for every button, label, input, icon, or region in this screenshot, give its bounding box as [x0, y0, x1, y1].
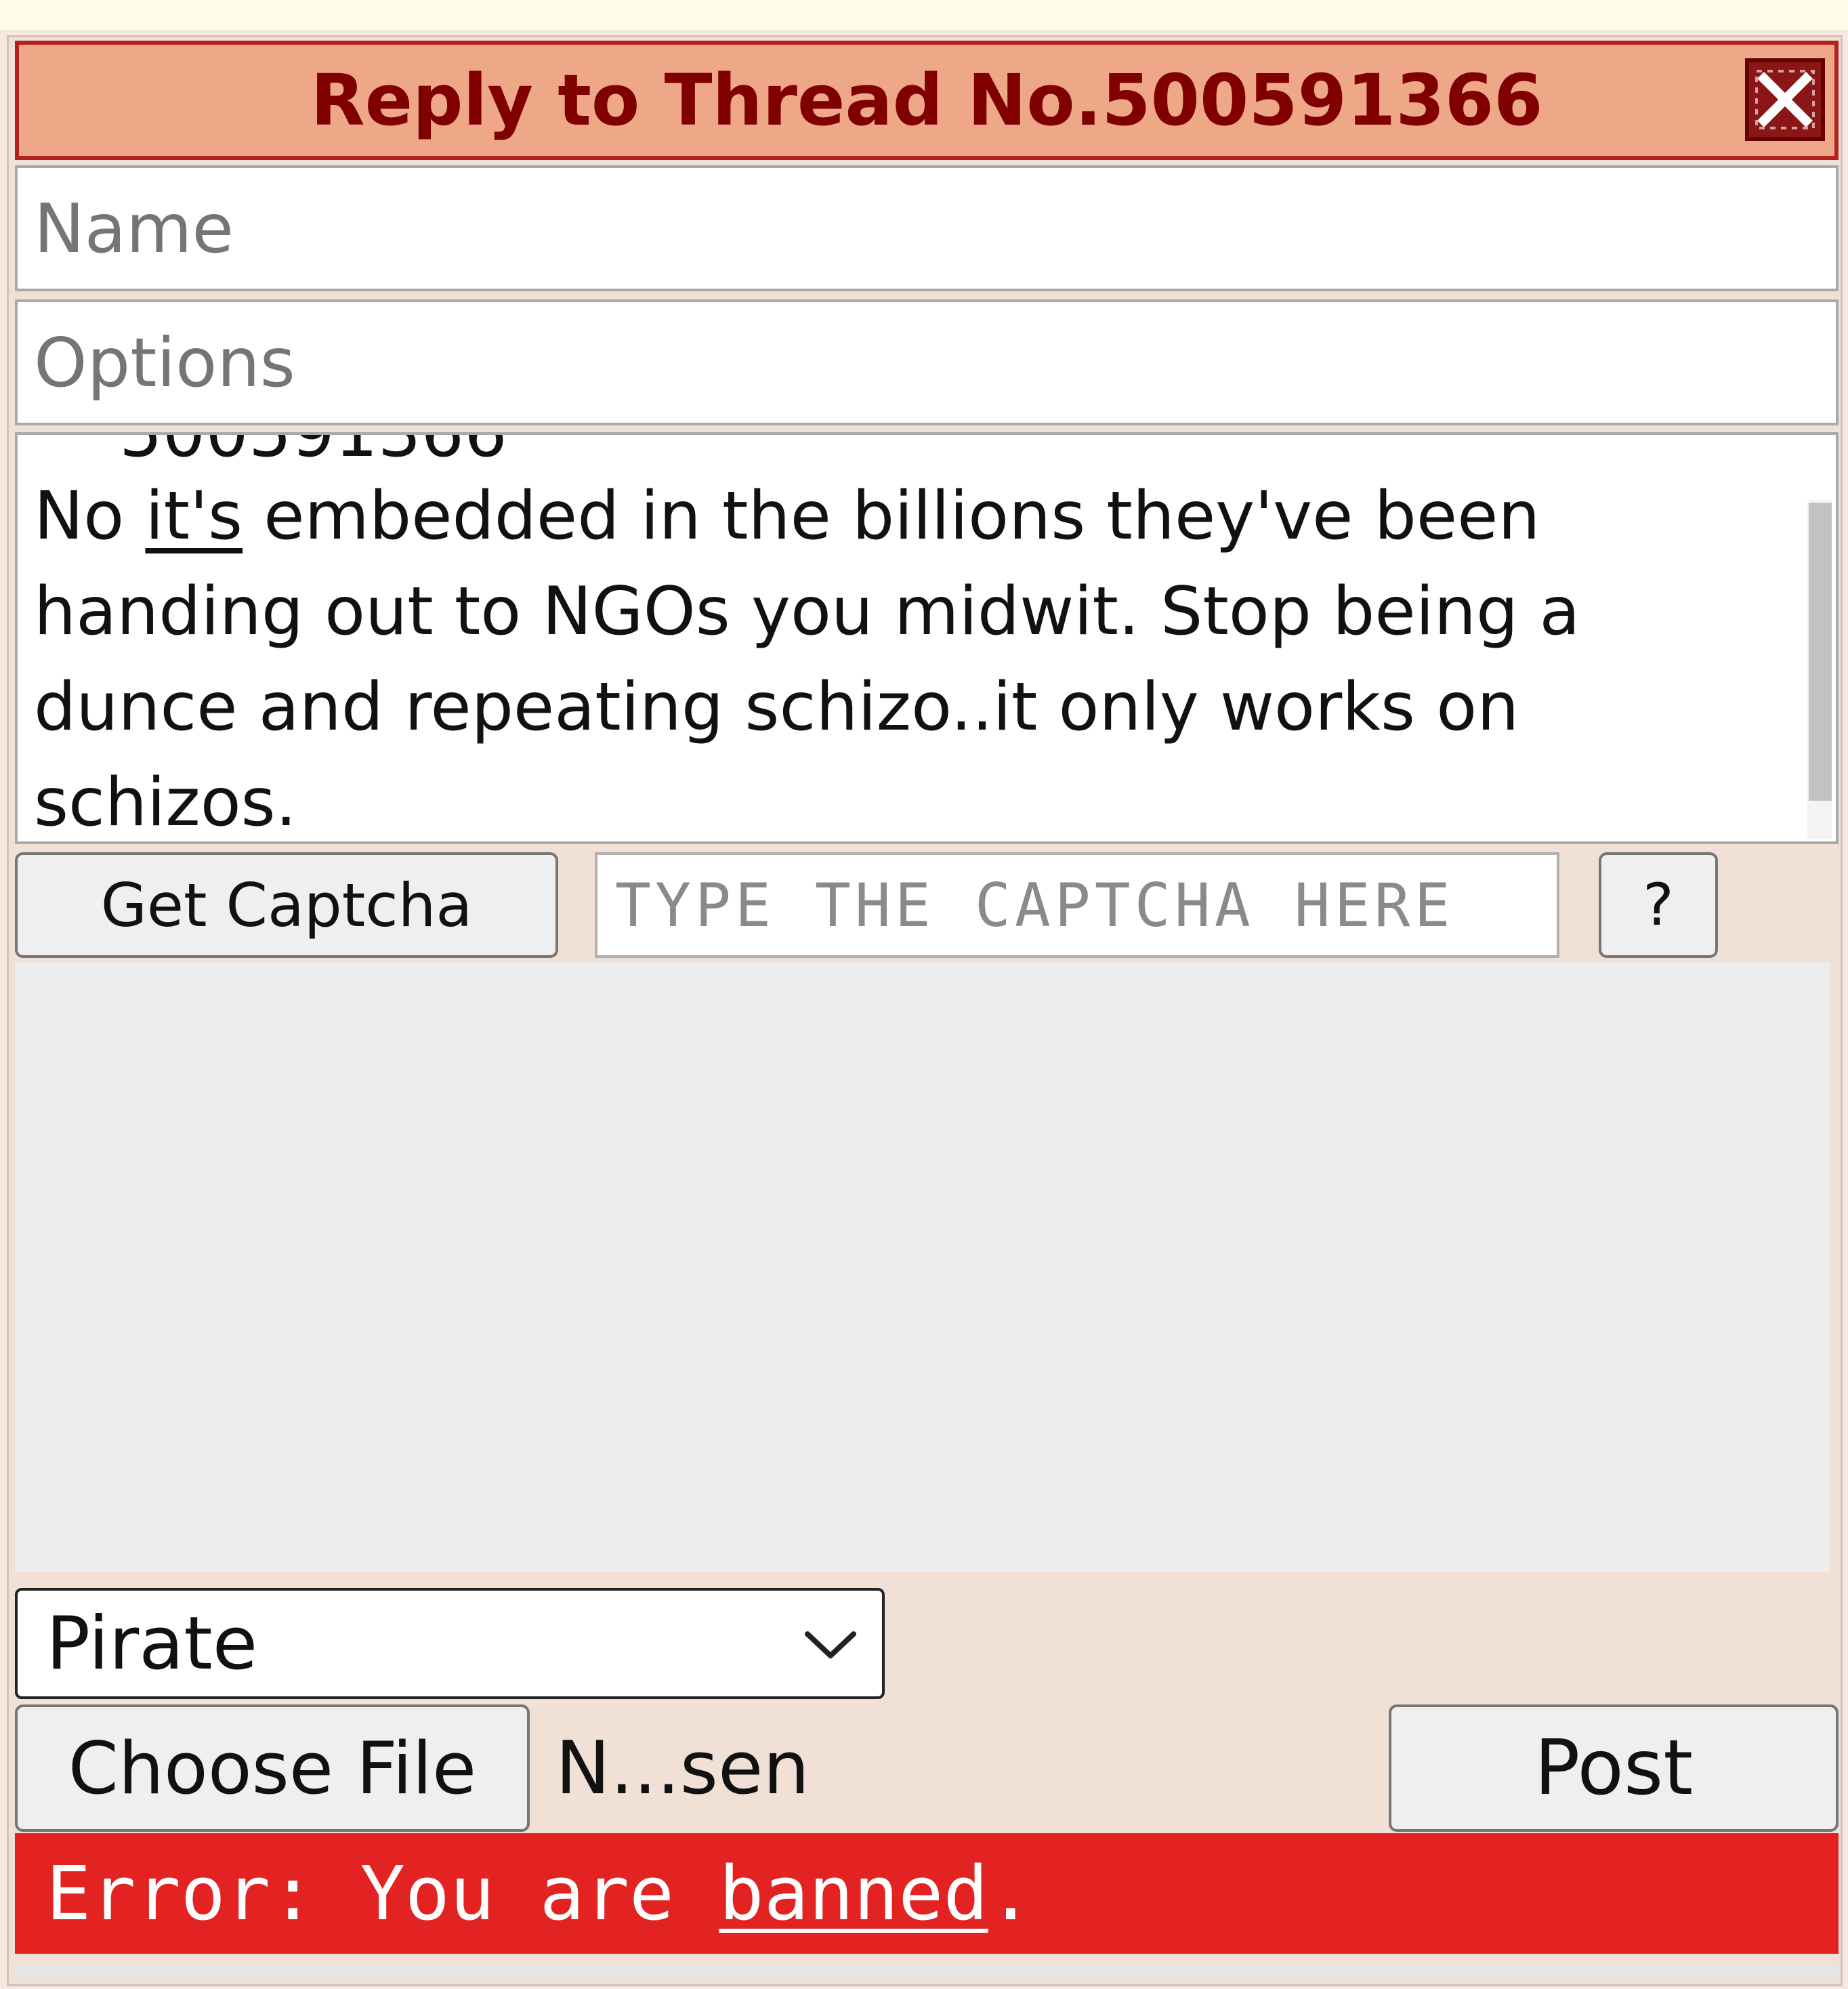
quick-reply-titlebar[interactable]: Reply to Thread No.500591366	[15, 41, 1839, 160]
comment-textarea[interactable]: 500591366 No it's embedded in the billio…	[15, 432, 1839, 844]
error-message: Error: You are banned.	[15, 1833, 1839, 1954]
reply-title: Reply to Thread No.500591366	[310, 59, 1543, 142]
captcha-placeholder: TYPE THE CAPTCHA HERE	[615, 870, 1454, 940]
bottom-divider	[15, 1965, 1839, 1978]
comment-text: No it's embedded in the billions they've…	[34, 469, 1795, 841]
comment-scrollbar-thumb[interactable]	[1809, 503, 1832, 801]
close-x-glyph	[1752, 67, 1818, 132]
comment-text-rest: embedded in the billions they've been ha…	[34, 478, 1580, 841]
comment-clipped-quote-line: 500591366	[119, 432, 507, 472]
flag-select[interactable]: Pirate	[15, 1588, 885, 1699]
post-button[interactable]: Post	[1389, 1704, 1839, 1832]
comment-text-start: No	[34, 478, 146, 555]
captcha-image-area	[15, 962, 1830, 1572]
choose-file-button[interactable]: Choose File	[15, 1704, 530, 1832]
error-prefix: Error: You are	[46, 1850, 719, 1937]
captcha-input[interactable]: TYPE THE CAPTCHA HERE	[595, 852, 1559, 958]
flag-select-value: Pirate	[46, 1601, 258, 1686]
file-status: N...sen	[555, 1725, 810, 1811]
close-icon[interactable]	[1745, 58, 1825, 141]
options-field[interactable]	[15, 299, 1839, 425]
chevron-down-icon	[805, 1631, 856, 1658]
captcha-help-button[interactable]: ?	[1599, 852, 1718, 958]
name-field[interactable]	[15, 165, 1839, 291]
error-suffix: .	[988, 1850, 1033, 1937]
banned-link[interactable]: banned	[719, 1850, 988, 1937]
get-captcha-button[interactable]: Get Captcha	[15, 852, 558, 958]
spellcheck-word[interactable]: it's	[145, 478, 243, 555]
